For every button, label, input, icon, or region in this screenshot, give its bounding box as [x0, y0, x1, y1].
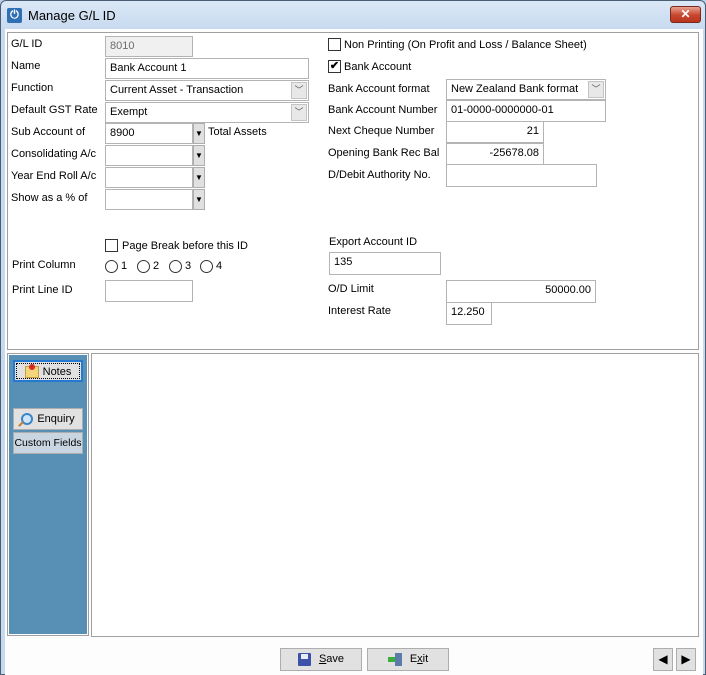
gl-id-label: G/L ID: [11, 38, 43, 50]
custom-fields-tab-label: Custom Fields: [14, 437, 82, 449]
next-record-button[interactable]: ▶: [676, 648, 696, 671]
sub-account-input[interactable]: 8900: [105, 123, 193, 144]
ddebit-label: D/Debit Authority No.: [328, 169, 431, 181]
triangle-right-icon: ▶: [681, 652, 691, 666]
print-column-label: Print Column: [12, 259, 76, 271]
gst-rate-value: Exempt: [110, 106, 148, 118]
ddebit-input[interactable]: [446, 164, 597, 187]
notes-tab-label: Notes: [42, 366, 72, 378]
gst-rate-label: Default GST Rate: [11, 104, 98, 116]
title-bar: ⏻ Manage G/L ID ✕: [1, 1, 705, 29]
triangle-down-icon: ▼: [195, 151, 203, 160]
bank-account-checkbox[interactable]: ✔: [328, 60, 341, 73]
save-icon: [297, 652, 311, 666]
notes-textarea[interactable]: [91, 353, 699, 637]
exit-button[interactable]: Exit: [367, 648, 449, 671]
custom-fields-tab-button[interactable]: Custom Fields: [13, 432, 83, 454]
manage-gl-id-window: ⏻ Manage G/L ID ✕ G/L ID 8010 Name Bank …: [0, 0, 706, 675]
sub-account-label: Sub Account of: [11, 126, 85, 138]
side-tab-panel: Notes Enquiry Custom Fields: [7, 353, 89, 636]
od-limit-label: O/D Limit: [328, 283, 374, 295]
gl-id-field: 8010: [105, 36, 193, 57]
bank-format-value: New Zealand Bank format: [451, 83, 579, 95]
enquiry-tab-label: Enquiry: [37, 413, 75, 425]
interest-rate-label: Interest Rate: [328, 305, 391, 317]
magnifier-icon: [21, 413, 34, 426]
export-id-input[interactable]: 135: [329, 252, 441, 275]
gl-details-panel: G/L ID 8010 Name Bank Account 1 Function…: [7, 32, 699, 350]
export-id-label: Export Account ID: [329, 236, 418, 248]
sub-account-dropdown-button[interactable]: ▼: [193, 123, 205, 144]
function-label: Function: [11, 82, 54, 94]
print-column-option-2: 2: [153, 260, 160, 272]
print-column-radio-2[interactable]: [137, 260, 150, 273]
opening-bal-label: Opening Bank Rec Bal: [328, 147, 440, 159]
function-select[interactable]: Current Asset - Transaction ﹀: [105, 80, 309, 101]
print-column-radio-4[interactable]: [200, 260, 213, 273]
od-limit-input[interactable]: 50000.00: [446, 280, 596, 303]
consolidating-input[interactable]: [105, 145, 193, 166]
year-end-roll-label: Year End Roll A/c: [11, 170, 97, 182]
non-printing-label: Non Printing (On Profit and Loss / Balan…: [344, 39, 587, 51]
gst-rate-select[interactable]: Exempt ﹀: [105, 102, 309, 123]
print-column-option-1: 1: [121, 260, 128, 272]
bank-format-label: Bank Account format: [328, 83, 430, 95]
enquiry-tab-button[interactable]: Enquiry: [13, 408, 83, 430]
function-value: Current Asset - Transaction: [110, 84, 244, 96]
show-as-pct-dropdown-button[interactable]: ▼: [193, 189, 205, 210]
show-as-pct-label: Show as a % of: [11, 192, 88, 204]
bank-account-label: Bank Account: [344, 61, 412, 73]
chevron-down-icon[interactable]: ﹀: [291, 104, 307, 121]
exit-door-icon: [387, 652, 402, 666]
page-break-checkbox[interactable]: [105, 239, 118, 252]
previous-record-button[interactable]: ◀: [653, 648, 673, 671]
page-break-label: Page Break before this ID: [122, 240, 248, 252]
print-column-radio-3[interactable]: [169, 260, 182, 273]
sub-account-description: Total Assets: [208, 126, 267, 138]
notes-icon: [24, 364, 39, 379]
print-line-id-label: Print Line ID: [12, 284, 73, 296]
exit-label-rest: it: [422, 653, 429, 665]
show-as-pct-input[interactable]: [105, 189, 193, 210]
print-column-option-4: 4: [216, 260, 223, 272]
chevron-down-icon[interactable]: ﹀: [588, 81, 604, 98]
next-cheque-label: Next Cheque Number: [328, 125, 435, 137]
client-area: G/L ID 8010 Name Bank Account 1 Function…: [5, 29, 703, 675]
window-title: Manage G/L ID: [28, 8, 116, 23]
save-button[interactable]: Save: [280, 648, 362, 671]
next-cheque-input[interactable]: 21: [446, 121, 544, 143]
bank-format-select[interactable]: New Zealand Bank format ﹀: [446, 79, 606, 100]
bank-number-label: Bank Account Number: [328, 104, 438, 116]
save-label-rest: ave: [326, 653, 345, 665]
checkmark-icon: ✔: [329, 60, 340, 72]
notes-tab-button[interactable]: Notes: [13, 360, 83, 382]
name-label: Name: [11, 60, 41, 72]
power-icon: ⏻: [7, 8, 22, 23]
close-icon: ✕: [680, 7, 691, 21]
non-printing-checkbox[interactable]: [328, 38, 341, 51]
consolidating-label: Consolidating A/c: [11, 148, 96, 160]
print-line-id-input[interactable]: [105, 280, 193, 302]
side-tab-background: Notes Enquiry Custom Fields: [9, 355, 87, 634]
triangle-down-icon: ▼: [195, 195, 203, 204]
consolidating-dropdown-button[interactable]: ▼: [193, 145, 205, 166]
chevron-down-icon[interactable]: ﹀: [291, 82, 307, 99]
close-button[interactable]: ✕: [670, 6, 701, 23]
interest-rate-input[interactable]: 12.250: [446, 302, 492, 325]
year-end-roll-input[interactable]: [105, 167, 193, 188]
print-column-radio-1[interactable]: [105, 260, 118, 273]
name-input[interactable]: Bank Account 1: [105, 58, 309, 79]
bank-number-input[interactable]: 01-0000-0000000-01: [446, 100, 606, 122]
triangle-left-icon: ◀: [658, 652, 668, 666]
triangle-down-icon: ▼: [195, 129, 203, 138]
opening-bal-input[interactable]: -25678.08: [446, 143, 544, 165]
year-end-roll-dropdown-button[interactable]: ▼: [193, 167, 205, 188]
triangle-down-icon: ▼: [195, 173, 203, 182]
print-column-option-3: 3: [185, 260, 192, 272]
